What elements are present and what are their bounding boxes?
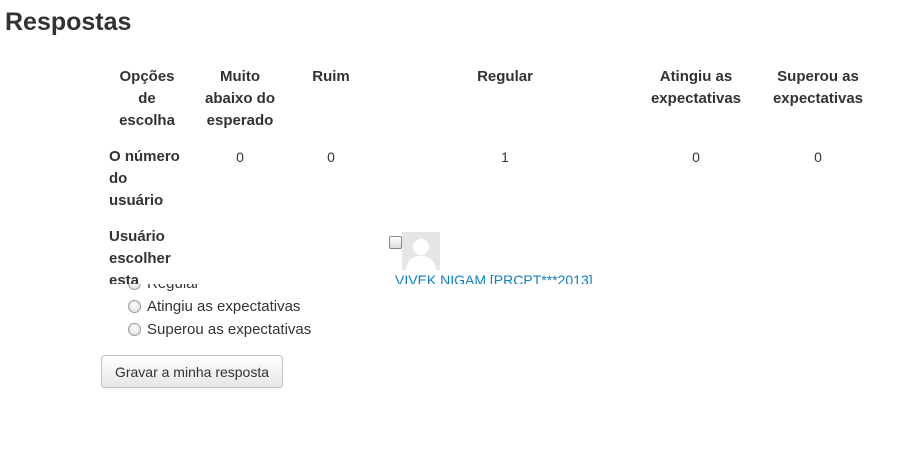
choice-option-label: Superou as expectativas — [147, 321, 312, 338]
count-ruim: 0 — [327, 149, 335, 165]
count-regular: 1 — [501, 149, 509, 165]
radio-button[interactable] — [128, 300, 141, 313]
users-row: Usuário escolher esta VIVEK NIGAM [PRCPT… — [100, 226, 660, 284]
page-title: Respostas — [5, 8, 132, 36]
column-header-options: Opções de escolha — [119, 68, 175, 129]
row-header-user-count: O número do usuário — [109, 148, 180, 209]
column-header-superou: Superou as expectativas — [772, 68, 864, 107]
choice-option-label: Atingiu as expectativas — [147, 298, 301, 315]
radio-button[interactable] — [128, 323, 141, 336]
user-name-link[interactable]: VIVEK NIGAM [PRCPT***2013] — [395, 272, 593, 284]
column-header-atingiu: Atingiu as expectativas — [650, 68, 742, 107]
choice-option-regular[interactable]: Regular — [128, 284, 311, 295]
column-header-muito-abaixo: Muito abaixo do esperado — [204, 68, 275, 129]
choice-option-superou[interactable]: Superou as expectativas — [128, 318, 311, 341]
choice-option-list: Regular Atingiu as expectativas Superou … — [128, 284, 311, 341]
responses-page: Respostas Opções de escolha Muito abaixo… — [0, 0, 913, 451]
choice-options: Regular Atingiu as expectativas Superou … — [128, 284, 388, 346]
column-header-ruim: Ruim — [312, 68, 350, 85]
count-muito-abaixo: 0 — [236, 149, 244, 165]
choice-option-atingiu[interactable]: Atingiu as expectativas — [128, 295, 311, 318]
count-atingiu: 0 — [692, 149, 700, 165]
row-header-users-choosing: Usuário escolher esta — [109, 228, 171, 284]
default-avatar-icon — [402, 232, 440, 270]
choice-option-label: Regular — [147, 284, 200, 292]
user-select-checkbox[interactable] — [389, 236, 402, 249]
user-avatar — [402, 232, 440, 270]
column-header-regular: Regular — [477, 68, 533, 85]
count-superou: 0 — [814, 149, 822, 165]
radio-button[interactable] — [128, 284, 141, 290]
save-response-button[interactable]: Gravar a minha resposta — [101, 355, 283, 388]
